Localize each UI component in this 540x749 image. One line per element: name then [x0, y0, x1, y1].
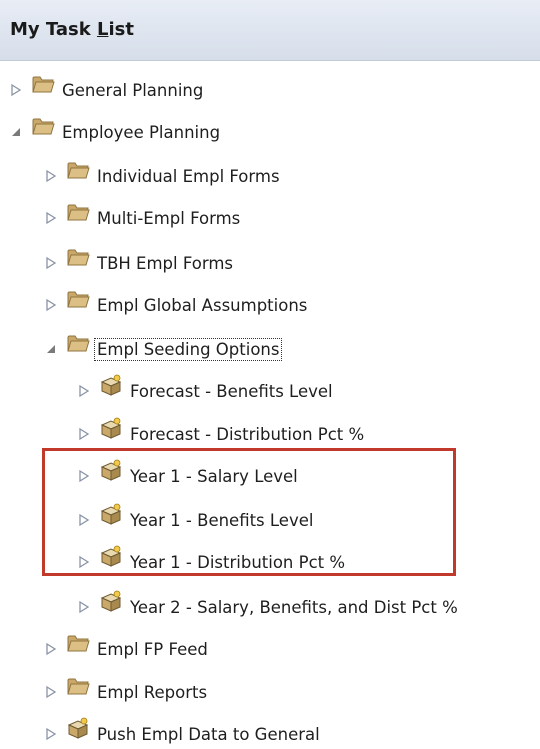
collapse-arrow-icon[interactable] [10, 125, 22, 139]
collapse-arrow-icon[interactable] [45, 342, 57, 356]
tree-item-empl-fp-feed[interactable]: Empl FP Feed [45, 634, 210, 664]
tree-item-label: Push Empl Data to General [97, 724, 320, 744]
tree-item-label: Forecast - Benefits Level [130, 381, 333, 401]
tree-item-label: Year 2 - Salary, Benefits, and Dist Pct … [130, 597, 458, 617]
expand-arrow-icon[interactable] [10, 83, 22, 97]
tree-item-label: Empl FP Feed [97, 639, 208, 659]
tree-item-forecast-distribution-pct[interactable]: Forecast - Distribution Pct % [78, 416, 366, 449]
tree-item-label: Empl Reports [97, 682, 208, 702]
expand-arrow-icon[interactable] [45, 211, 57, 225]
expand-arrow-icon[interactable] [78, 384, 90, 398]
task-box-icon [65, 716, 91, 740]
tree-item-label: Empl Global Assumptions [97, 295, 308, 315]
expand-arrow-icon[interactable] [45, 169, 57, 183]
highlight-box [42, 448, 456, 576]
tree-item-empl-seeding-options[interactable]: Empl Seeding Options [45, 331, 283, 364]
tree-item-year2-salary-benefits-dist[interactable]: Year 2 - Salary, Benefits, and Dist Pct … [78, 589, 460, 622]
expand-arrow-icon[interactable] [45, 298, 57, 312]
folder-icon [65, 674, 91, 698]
tree-item-empl-reports[interactable]: Empl Reports [45, 677, 209, 707]
tree-item-tbh-empl-forms[interactable]: TBH Empl Forms [45, 248, 235, 278]
folder-icon [65, 245, 91, 269]
tree-item-label: Employee Planning [62, 122, 221, 142]
folder-icon [30, 114, 56, 138]
folder-icon [30, 72, 56, 96]
tree-item-push-empl-data[interactable]: Push Empl Data to General [45, 716, 322, 749]
task-box-icon [98, 373, 124, 397]
tree-item-label: General Planning [62, 80, 204, 100]
tree-item-general-planning[interactable]: General Planning [10, 75, 205, 105]
tree-item-label: Individual Empl Forms [97, 166, 280, 186]
tree-item-multi-empl-forms[interactable]: Multi-Empl Forms [45, 203, 242, 233]
task-list-header: My Task List [0, 0, 540, 61]
task-list-title: My Task List [10, 19, 134, 40]
tree-item-individual-empl-forms[interactable]: Individual Empl Forms [45, 161, 282, 191]
folder-icon [65, 287, 91, 311]
tree-item-label: TBH Empl Forms [97, 253, 234, 273]
tree-item-label: Empl Seeding Options [93, 337, 283, 361]
expand-arrow-icon[interactable] [78, 600, 90, 614]
tree-item-empl-global-assumptions[interactable]: Empl Global Assumptions [45, 290, 309, 320]
expand-arrow-icon[interactable] [45, 642, 57, 656]
folder-icon [65, 200, 91, 224]
task-box-icon [98, 416, 124, 440]
expand-arrow-icon[interactable] [45, 685, 57, 699]
expand-arrow-icon[interactable] [45, 256, 57, 270]
task-box-icon [98, 589, 124, 613]
tree-item-label: Multi-Empl Forms [97, 208, 241, 228]
folder-icon [65, 158, 91, 182]
expand-arrow-icon[interactable] [45, 727, 57, 741]
tree-item-label: Forecast - Distribution Pct % [130, 424, 365, 444]
tree-item-forecast-benefits-level[interactable]: Forecast - Benefits Level [78, 373, 335, 406]
folder-icon [65, 631, 91, 655]
expand-arrow-icon[interactable] [78, 427, 90, 441]
tree-item-employee-planning[interactable]: Employee Planning [10, 117, 222, 147]
folder-icon [65, 331, 91, 355]
